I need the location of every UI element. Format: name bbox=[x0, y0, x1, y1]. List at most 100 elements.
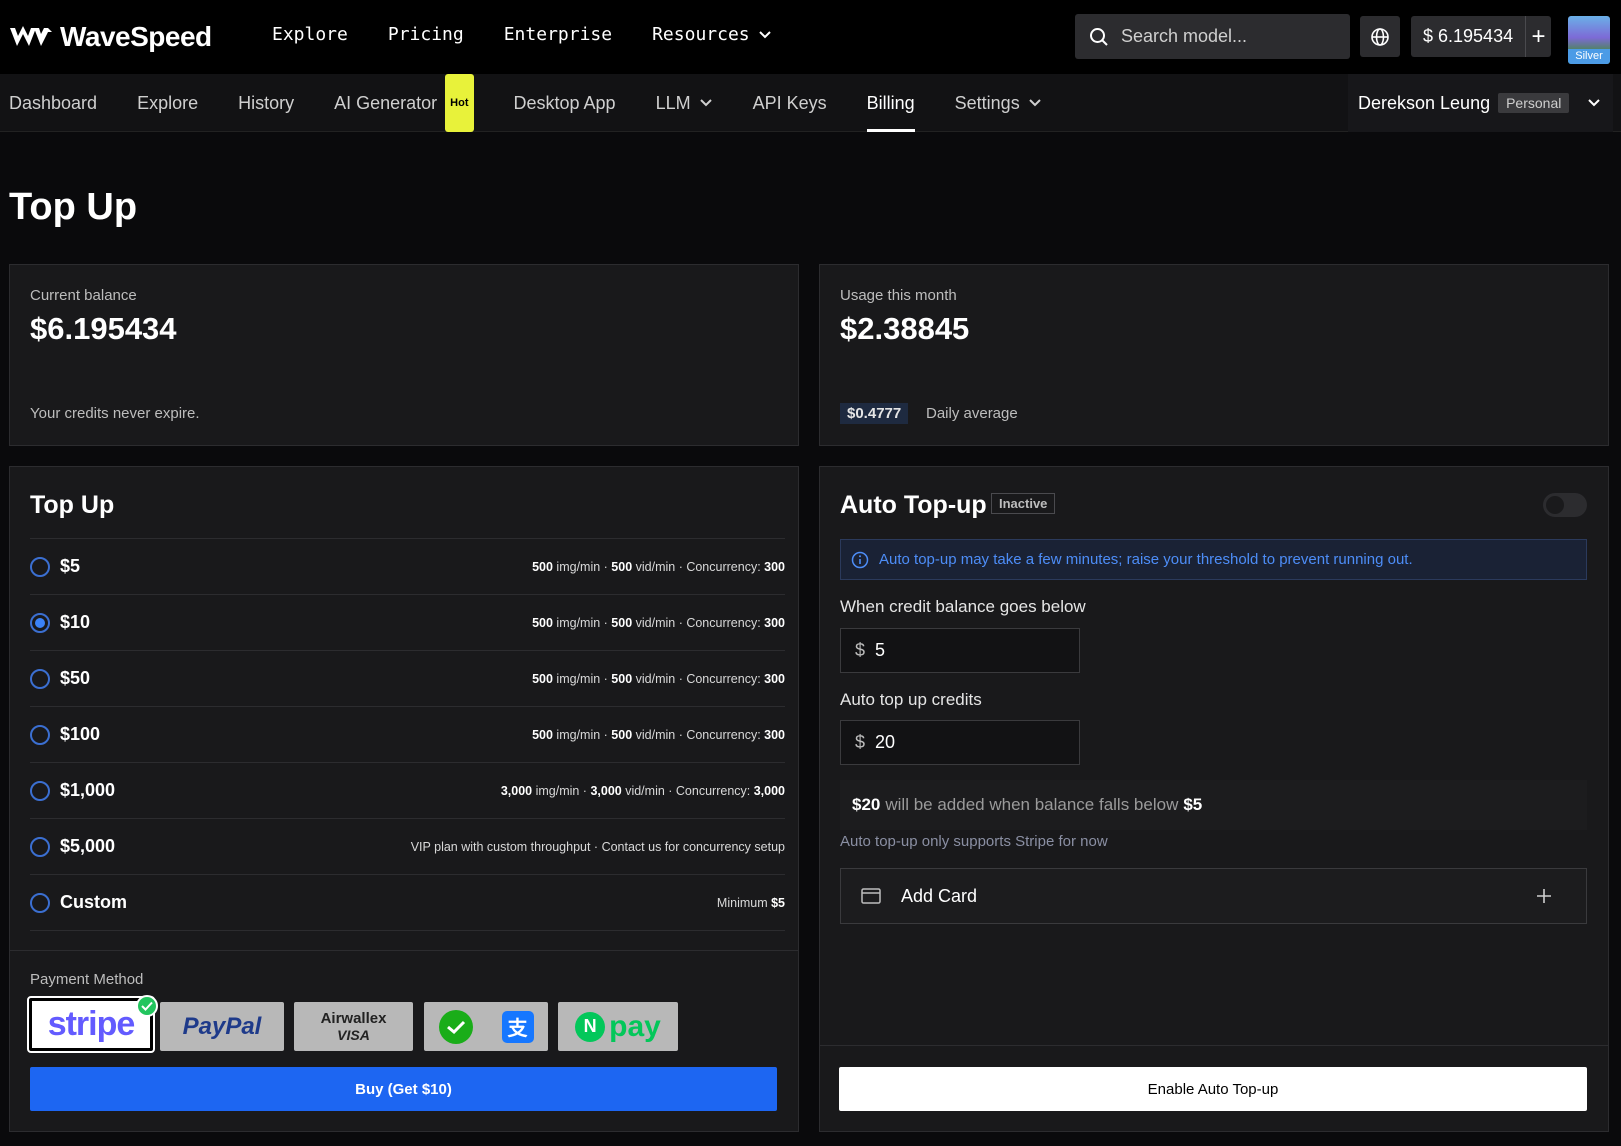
enable-auto-top-up-button[interactable]: Enable Auto Top-up bbox=[839, 1067, 1587, 1111]
auto-top-up-toggle[interactable] bbox=[1543, 493, 1587, 517]
tab-llm[interactable]: LLM bbox=[656, 74, 713, 132]
visa-logo-text: VISA bbox=[337, 1027, 370, 1043]
language-button[interactable] bbox=[1360, 16, 1400, 57]
tier-limit-value: 300 bbox=[764, 559, 785, 574]
tab-ai-generator[interactable]: AI Generator Hot bbox=[334, 74, 474, 132]
tier-limit-value: 500 bbox=[532, 559, 553, 574]
avatar[interactable]: Silver bbox=[1568, 16, 1610, 64]
tier-minimum-value: $5 bbox=[771, 895, 785, 910]
tier-limit-value: 500 bbox=[532, 671, 553, 686]
tab-settings-label: Settings bbox=[954, 92, 1020, 113]
tier-limit-text: img/min · bbox=[552, 559, 612, 574]
tier-limit-text: img/min · bbox=[552, 615, 612, 630]
tier-option[interactable]: $50 500 img/min · 500 vid/min · Concurren… bbox=[30, 650, 785, 706]
plus-icon[interactable] bbox=[1536, 888, 1552, 904]
top-bar: WaveSpeed Explore Pricing Enterprise Res… bbox=[0, 0, 1621, 74]
usage-value: $2.38845 bbox=[840, 311, 970, 346]
globe-icon bbox=[1371, 27, 1389, 46]
credits-input[interactable] bbox=[875, 732, 1056, 753]
header-balance[interactable]: $ 6.195434 + bbox=[1411, 16, 1551, 57]
tab-api-keys[interactable]: API Keys bbox=[753, 74, 827, 132]
tier-limit-value: 300 bbox=[764, 615, 785, 630]
info-icon bbox=[851, 551, 869, 568]
current-balance-card: Current balance $6.195434 Your credits n… bbox=[9, 264, 799, 446]
search-input[interactable] bbox=[1121, 26, 1321, 47]
tier-limit-value: 500 bbox=[611, 671, 633, 686]
payment-npay[interactable]: N pay bbox=[558, 1002, 678, 1051]
tier-radio[interactable] bbox=[30, 556, 50, 577]
paypal-logo-text: PayPal bbox=[182, 1012, 262, 1040]
nav-resources[interactable]: Resources bbox=[652, 24, 772, 45]
tab-billing[interactable]: Billing bbox=[866, 74, 915, 132]
current-balance-value: $6.195434 bbox=[30, 311, 177, 346]
tier-limit-text: vid/min · Concurrency: bbox=[632, 615, 765, 630]
payment-stripe[interactable]: stripe bbox=[27, 995, 158, 1053]
payment-wechat-alipay[interactable]: 支 bbox=[424, 1002, 548, 1051]
threshold-label: When credit balance goes below bbox=[840, 597, 1086, 616]
add-funds-button[interactable]: + bbox=[1526, 23, 1551, 51]
payment-method-label: Payment Method bbox=[30, 971, 144, 988]
tier-limit-value: 500 bbox=[611, 559, 633, 574]
tab-dashboard[interactable]: Dashboard bbox=[9, 74, 97, 132]
tab-history[interactable]: History bbox=[238, 74, 294, 132]
tier-radio[interactable] bbox=[30, 612, 50, 633]
tab-llm-label: LLM bbox=[655, 92, 691, 113]
tier-option[interactable]: $5 500 img/min · 500 vid/min · Concurrenc… bbox=[30, 538, 785, 594]
tier-option[interactable]: $10 500 img/min · 500 vid/min · Concurren… bbox=[30, 594, 785, 650]
tier-radio[interactable] bbox=[30, 668, 50, 689]
tab-desktop-app[interactable]: Desktop App bbox=[514, 74, 616, 132]
summary-amount: $20 bbox=[852, 795, 881, 814]
tier-description: 500 img/min · 500 vid/min · Concurrency:… bbox=[532, 728, 785, 742]
search-box[interactable] bbox=[1075, 14, 1350, 59]
tab-settings[interactable]: Settings bbox=[955, 74, 1042, 132]
credit-card-icon bbox=[861, 888, 881, 904]
brand-name: WaveSpeed bbox=[60, 21, 212, 52]
currency-symbol: $ bbox=[855, 640, 866, 660]
toggle-knob bbox=[1546, 496, 1564, 514]
user-name: Derekson Leung bbox=[1358, 92, 1491, 113]
chevron-down-icon bbox=[758, 30, 771, 38]
tier-limit-text: vid/min · Concurrency: bbox=[621, 783, 754, 798]
chevron-down-icon bbox=[1028, 99, 1041, 107]
wechat-pay-icon bbox=[438, 1009, 473, 1044]
threshold-field[interactable]: $ bbox=[840, 628, 1080, 673]
tier-description: 500 img/min · 500 vid/min · Concurrency:… bbox=[532, 672, 785, 686]
tier-option[interactable]: Custom Minimum $5 bbox=[30, 874, 785, 930]
nav-pricing[interactable]: Pricing bbox=[388, 24, 464, 45]
tier-radio[interactable] bbox=[30, 836, 50, 857]
buy-button[interactable]: Buy (Get $10) bbox=[30, 1067, 777, 1111]
daily-average-value: $0.4777 bbox=[840, 403, 909, 424]
tab-explore[interactable]: Explore bbox=[137, 74, 198, 132]
tier-radio[interactable] bbox=[30, 892, 50, 913]
header-balance-amount: $ 6.195434 bbox=[1411, 16, 1527, 57]
account-switcher[interactable]: Derekson Leung Personal bbox=[1348, 74, 1613, 132]
stripe-only-note: Auto top-up only supports Stripe for now bbox=[840, 833, 1108, 850]
tier-description: Minimum $5 bbox=[717, 896, 785, 910]
tier-description: 500 img/min · 500 vid/min · Concurrency:… bbox=[532, 560, 785, 574]
credits-field[interactable]: $ bbox=[840, 720, 1080, 765]
tier-limit-value: 3,000 bbox=[500, 783, 533, 798]
tier-limit-value: 500 bbox=[532, 727, 553, 742]
summary-text: will be added when balance falls below bbox=[885, 795, 1179, 814]
tier-option[interactable]: $1,000 3,000 img/min · 3,000 vid/min · Co… bbox=[30, 762, 785, 818]
tier-option[interactable]: $5,000 VIP plan with custom throughput · … bbox=[30, 818, 785, 874]
payment-airwallex[interactable]: Airwallex VISA bbox=[294, 1002, 413, 1051]
daily-average-label: Daily average bbox=[926, 405, 1018, 422]
threshold-input[interactable] bbox=[875, 640, 1056, 661]
npay-logo-text: pay bbox=[609, 1009, 661, 1043]
tier-radio[interactable] bbox=[30, 724, 50, 745]
nav-explore[interactable]: Explore bbox=[272, 24, 348, 45]
tier-option[interactable]: $100 500 img/min · 500 vid/min · Concurre… bbox=[30, 706, 785, 762]
tier-limit-value: 3,000 bbox=[590, 783, 622, 798]
tier-badge: Silver bbox=[1568, 49, 1610, 64]
payment-paypal[interactable]: PayPal bbox=[160, 1002, 284, 1051]
add-card-row[interactable]: Add Card bbox=[840, 868, 1587, 924]
tier-limit-value: 300 bbox=[764, 727, 785, 742]
nav-enterprise[interactable]: Enterprise bbox=[504, 24, 612, 45]
page-title: Top Up bbox=[9, 186, 138, 228]
tier-description: 3,000 img/min · 3,000 vid/min · Concurre… bbox=[501, 784, 785, 798]
nav-resources-label: Resources bbox=[652, 24, 750, 45]
tier-radio[interactable] bbox=[30, 780, 50, 801]
logo[interactable]: WaveSpeed bbox=[8, 18, 212, 56]
npay-n-icon: N bbox=[575, 1011, 606, 1042]
